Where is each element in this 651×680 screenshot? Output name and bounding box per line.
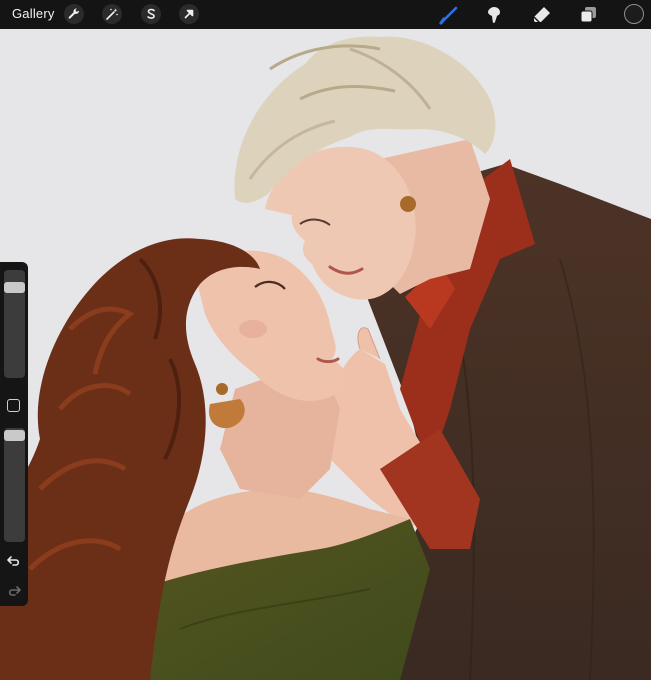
modify-square-icon[interactable] — [7, 399, 20, 412]
artwork-illustration — [0, 29, 651, 680]
eraser-icon — [533, 6, 550, 23]
brush-sidebar — [0, 262, 28, 606]
transform-arrow-icon — [184, 9, 194, 19]
opacity-slider[interactable] — [4, 428, 25, 542]
color-picker-button[interactable] — [624, 4, 644, 24]
brush-icon — [439, 6, 458, 25]
redo-icon — [8, 586, 21, 596]
magic-wand-icon — [106, 8, 118, 20]
brush-size-thumb[interactable] — [4, 282, 25, 293]
top-toolbar: Gallery — [0, 0, 651, 29]
undo-icon — [7, 556, 20, 566]
drawing-canvas[interactable] — [0, 29, 651, 680]
actions-button[interactable] — [64, 4, 84, 24]
adjustments-button[interactable] — [102, 4, 122, 24]
selection-icon — [147, 8, 155, 19]
gallery-button[interactable]: Gallery — [12, 6, 55, 21]
selection-button[interactable] — [141, 4, 161, 24]
undo-button[interactable] — [6, 554, 22, 568]
transform-button[interactable] — [179, 4, 199, 24]
layers-icon — [580, 6, 596, 22]
layers-button[interactable] — [576, 3, 600, 26]
smudge-icon — [488, 6, 500, 23]
smudge-tool-button[interactable] — [482, 3, 506, 26]
redo-button[interactable] — [6, 584, 22, 598]
opacity-thumb[interactable] — [4, 430, 25, 441]
brush-size-slider[interactable] — [4, 270, 25, 378]
eraser-tool-button[interactable] — [530, 3, 554, 26]
brush-tool-button[interactable] — [437, 3, 461, 26]
wrench-icon — [68, 8, 80, 19]
